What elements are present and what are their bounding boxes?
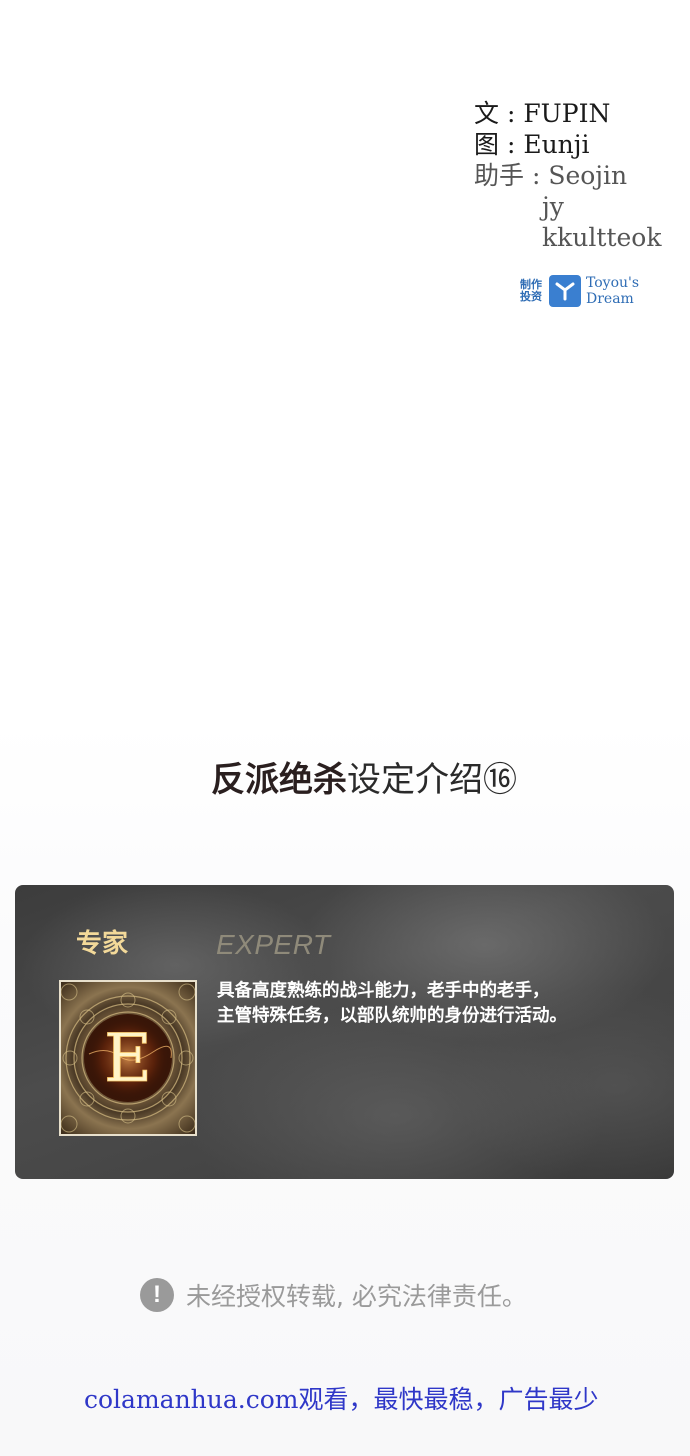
emblem-image: E (59, 980, 197, 1136)
credit-writer-row: 文 : FUPIN (474, 98, 674, 129)
description-line: 具备高度熟练的战斗能力，老手中的老手， (217, 981, 550, 1001)
description-line: 主管特殊任务，以部队统帅的身份进行活动。 (217, 1006, 567, 1026)
producer-name-line: Dream (586, 291, 634, 307)
credit-assistant-row: jy (474, 191, 674, 222)
producer-name-line: Toyou's (586, 275, 640, 291)
section-title-rest: 设定介绍⑯ (347, 760, 517, 800)
writer-role-label: 文 : (474, 99, 516, 128)
section-title-bold: 反派绝杀 (211, 760, 347, 800)
artist-role-label: 图 : (474, 130, 516, 159)
writer-name: FUPIN (523, 99, 611, 128)
assistant-name: kkultteok (542, 223, 662, 252)
card-description: 具备高度熟练的战斗能力，老手中的老手， 主管特殊任务，以部队统帅的身份进行活动。 (217, 979, 657, 1029)
credit-assistant-row: kkultteok (474, 222, 674, 253)
emblem-letter: E (104, 1020, 152, 1097)
y-logo-icon (549, 275, 581, 307)
producer-label-line: 投资 (520, 291, 542, 303)
credits-block: 文 : FUPIN 图 : Eunji 助手 : Seojin jy kkult… (474, 98, 674, 253)
copyright-notice: ! 未经授权转载, 必究法律责任。 (140, 1277, 527, 1313)
assistant-name: jy (542, 192, 564, 221)
role-card: 专家 EXPERT E 具备高度熟练的战斗能力，老手中的老手， 主管特殊任务，以… (15, 885, 674, 1179)
section-title: 反派绝杀设定介绍⑯ (0, 752, 690, 801)
notice-text: 未经授权转载, 必究法律责任。 (186, 1282, 527, 1311)
card-title: 专家 (76, 929, 129, 959)
producer-name: Toyou's Dream (586, 275, 639, 307)
producer-credit: 制作 投资 Toyou's Dream (520, 275, 639, 307)
producer-label: 制作 投资 (520, 279, 544, 303)
site-watermark: colamanhua.com观看，最快最稳，广告最少 (84, 1385, 599, 1414)
assistant-name: Seojin (548, 161, 628, 190)
card-subtitle: EXPERT (216, 929, 331, 960)
producer-label-line: 制作 (520, 279, 542, 291)
credit-assistant-row: 助手 : Seojin (474, 160, 674, 191)
artist-name: Eunji (523, 130, 590, 159)
exclamation-icon: ! (140, 1278, 174, 1312)
assistant-role-label: 助手 : (474, 161, 541, 190)
credit-artist-row: 图 : Eunji (474, 129, 674, 160)
